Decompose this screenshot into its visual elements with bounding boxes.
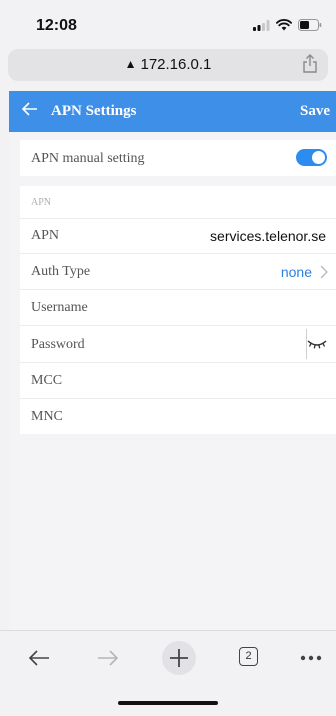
apn-manual-toggle[interactable] — [296, 149, 327, 166]
apn-row[interactable]: APN services.telenor.se — [20, 219, 336, 254]
browser-forward-icon[interactable] — [97, 649, 119, 667]
more-icon[interactable] — [300, 655, 322, 661]
new-tab-button[interactable] — [162, 641, 196, 675]
username-label: Username — [31, 300, 88, 315]
url-display[interactable]: ▲ 172.16.0.1 — [8, 56, 328, 73]
battery-icon — [298, 19, 322, 31]
url-text: 172.16.0.1 — [140, 56, 212, 73]
signal-icon — [253, 19, 270, 31]
status-bar: 12:08 — [0, 0, 336, 44]
apn-manual-row: APN manual setting — [20, 140, 336, 176]
username-row[interactable]: Username — [20, 290, 336, 326]
plus-icon — [170, 649, 188, 667]
password-row[interactable]: Password — [20, 326, 336, 363]
apn-manual-label: APN manual setting — [31, 151, 145, 166]
warning-icon: ▲ — [124, 57, 137, 71]
mcc-label: MCC — [31, 373, 63, 388]
toggle-knob — [312, 151, 325, 164]
apn-label: APN — [31, 228, 60, 243]
apn-section-header: APN — [20, 186, 336, 219]
apn-value[interactable]: services.telenor.se — [210, 228, 326, 244]
home-indicator — [118, 701, 218, 705]
chevron-right-icon — [320, 265, 328, 279]
auth-type-row[interactable]: Auth Type none — [20, 254, 336, 290]
app-bar: APN Settings Save — [9, 91, 336, 132]
page-title: APN Settings — [51, 103, 137, 119]
section-header-label: APN — [31, 197, 52, 208]
wifi-icon — [276, 19, 292, 31]
eye-closed-icon[interactable] — [307, 338, 327, 350]
auth-type-label: Auth Type — [31, 264, 91, 279]
tab-count: 2 — [245, 650, 252, 662]
save-button[interactable]: Save — [300, 103, 330, 120]
browser-toolbar: 2 — [0, 630, 336, 716]
mnc-row[interactable]: MNC — [20, 399, 336, 434]
auth-type-value[interactable]: none — [281, 264, 312, 280]
browser-back-icon[interactable] — [28, 649, 50, 667]
status-icons — [253, 19, 322, 31]
tab-count-button[interactable]: 2 — [239, 647, 258, 666]
back-arrow-icon[interactable] — [21, 100, 39, 118]
password-label: Password — [31, 337, 85, 352]
settings-content: APN manual setting APN APN services.tele… — [9, 132, 336, 630]
share-icon[interactable] — [302, 54, 318, 74]
address-bar[interactable]: ▲ 172.16.0.1 — [8, 49, 328, 81]
status-time: 12:08 — [36, 17, 77, 34]
mnc-label: MNC — [31, 409, 63, 424]
mcc-row[interactable]: MCC — [20, 363, 336, 399]
